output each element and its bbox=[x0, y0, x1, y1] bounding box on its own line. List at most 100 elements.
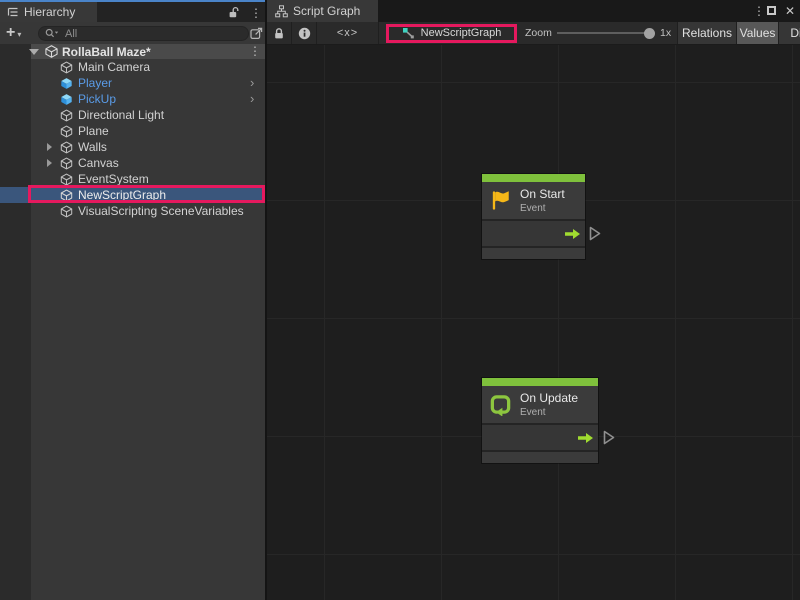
gameobject-icon bbox=[60, 157, 73, 170]
graph-tabbar: Script Graph ⋮ ✕ bbox=[267, 0, 800, 22]
hierarchy-item-pickup[interactable]: PickUp › bbox=[0, 91, 265, 107]
node-on-start[interactable]: On Start Event bbox=[482, 174, 585, 259]
hierarchy-item-plane[interactable]: Plane bbox=[0, 123, 265, 139]
hierarchy-item-main-camera[interactable]: Main Camera bbox=[0, 59, 265, 75]
lock-icon bbox=[273, 27, 285, 40]
node-subtitle: Event bbox=[520, 407, 578, 418]
item-label: Walls bbox=[78, 140, 107, 154]
hierarchy-panel: Hierarchy ⋮ + ▾ bbox=[0, 0, 265, 600]
item-label: Main Camera bbox=[78, 60, 150, 74]
prefab-chevron-icon[interactable]: › bbox=[250, 91, 254, 107]
add-object-button[interactable]: + ▾ bbox=[6, 24, 21, 42]
scene-name: RollaBall Maze* bbox=[62, 45, 151, 59]
search-box[interactable] bbox=[38, 26, 249, 41]
hierarchy-item-eventsystem[interactable]: EventSystem bbox=[0, 171, 265, 187]
hierarchy-item-walls[interactable]: Walls bbox=[0, 139, 265, 155]
item-label: VisualScripting SceneVariables bbox=[78, 204, 244, 218]
search-icon bbox=[45, 28, 59, 39]
flag-icon bbox=[489, 189, 512, 212]
flow-output-port[interactable] bbox=[578, 432, 593, 444]
plus-icon: + bbox=[6, 24, 15, 42]
hierarchy-menu-icon[interactable]: ⋮ bbox=[250, 7, 262, 19]
item-label: PickUp bbox=[78, 92, 116, 106]
gameobject-icon bbox=[60, 61, 73, 74]
hierarchy-item-newscriptgraph[interactable]: NewScriptGraph bbox=[0, 187, 265, 203]
scene-picker-icon[interactable] bbox=[250, 27, 263, 40]
search-input[interactable] bbox=[63, 27, 242, 41]
expand-arrow-icon[interactable] bbox=[47, 143, 52, 151]
hierarchy-tree: RollaBall Maze* ⋮ Main Camera Player › P… bbox=[0, 44, 265, 600]
hierarchy-tabbar: Hierarchy ⋮ bbox=[0, 2, 265, 22]
hierarchy-item-directional-light[interactable]: Directional Light bbox=[0, 107, 265, 123]
gameobject-icon bbox=[60, 205, 73, 218]
connection-arrow-icon bbox=[589, 226, 601, 241]
values-button[interactable]: Values bbox=[736, 22, 778, 44]
gameobject-icon bbox=[60, 173, 73, 186]
node-title: On Start bbox=[520, 187, 565, 201]
node-footer bbox=[482, 248, 585, 259]
item-label: Canvas bbox=[78, 156, 119, 170]
zoom-slider-handle[interactable] bbox=[644, 28, 655, 39]
graph-info-button[interactable] bbox=[292, 22, 317, 44]
blackboard-variables-button[interactable]: <x> bbox=[317, 22, 379, 44]
loop-icon bbox=[489, 393, 512, 416]
script-graph-icon bbox=[275, 5, 288, 18]
expand-arrow-icon[interactable] bbox=[47, 159, 52, 167]
tab-hierarchy[interactable]: Hierarchy bbox=[0, 2, 97, 22]
hierarchy-item-visualscripting-scenevariables[interactable]: VisualScripting SceneVariables bbox=[0, 203, 265, 219]
node-header: On Update Event bbox=[482, 386, 598, 423]
tab-label: Hierarchy bbox=[24, 5, 75, 19]
zoom-slider[interactable] bbox=[557, 32, 651, 34]
variables-icon: <x> bbox=[337, 27, 358, 39]
graph-canvas[interactable] bbox=[267, 45, 800, 600]
node-footer bbox=[482, 452, 598, 463]
zoom-value: 1x bbox=[660, 22, 671, 44]
dim-button[interactable]: Dim bbox=[778, 22, 800, 44]
scene-header-row[interactable]: RollaBall Maze* ⋮ bbox=[31, 44, 265, 59]
tab-label: Script Graph bbox=[293, 4, 360, 18]
maximize-icon[interactable] bbox=[767, 6, 776, 15]
unlock-icon[interactable] bbox=[228, 6, 240, 19]
item-label: Directional Light bbox=[78, 108, 164, 122]
item-label: EventSystem bbox=[78, 172, 149, 186]
tab-script-graph[interactable]: Script Graph bbox=[267, 0, 378, 22]
panel-focus-indicator bbox=[0, 0, 265, 2]
hierarchy-item-canvas[interactable]: Canvas bbox=[0, 155, 265, 171]
node-body bbox=[482, 219, 585, 248]
node-color-bar bbox=[482, 174, 585, 182]
gameobject-icon bbox=[60, 189, 73, 202]
item-label: Player bbox=[78, 76, 112, 90]
node-header: On Start Event bbox=[482, 182, 585, 219]
graph-toolbar: <x> NewScriptGraph Zoom 1x Relations Val… bbox=[267, 22, 800, 45]
lock-graph-button[interactable] bbox=[267, 22, 292, 44]
gameobject-icon bbox=[60, 141, 73, 154]
prefab-icon bbox=[60, 77, 73, 90]
gameobject-icon bbox=[60, 125, 73, 138]
prefab-icon bbox=[60, 93, 73, 106]
hierarchy-toolbar: + ▾ bbox=[0, 22, 265, 44]
hierarchy-icon bbox=[7, 6, 19, 18]
close-icon[interactable]: ✕ bbox=[785, 4, 795, 18]
collapse-arrow-icon[interactable] bbox=[29, 49, 39, 55]
node-color-bar bbox=[482, 378, 598, 386]
gameobject-icon bbox=[60, 109, 73, 122]
item-label: Plane bbox=[78, 124, 109, 138]
prefab-chevron-icon[interactable]: › bbox=[250, 75, 254, 91]
window-menu-icon[interactable]: ⋮ bbox=[753, 5, 765, 17]
item-label: NewScriptGraph bbox=[78, 188, 166, 202]
relations-button[interactable]: Relations bbox=[677, 22, 736, 44]
scene-menu-icon[interactable]: ⋮ bbox=[249, 45, 261, 57]
info-icon bbox=[298, 27, 311, 40]
node-body bbox=[482, 423, 598, 452]
node-on-update[interactable]: On Update Event bbox=[482, 378, 598, 463]
hierarchy-item-player[interactable]: Player › bbox=[0, 75, 265, 91]
graph-name: NewScriptGraph bbox=[421, 27, 502, 39]
connection-arrow-icon bbox=[603, 430, 615, 445]
chevron-down-icon: ▾ bbox=[17, 30, 21, 39]
node-subtitle: Event bbox=[520, 203, 565, 214]
graph-asset-icon bbox=[402, 27, 415, 40]
graph-breadcrumb[interactable]: NewScriptGraph bbox=[386, 22, 517, 44]
unity-scene-icon bbox=[45, 45, 58, 58]
flow-output-port[interactable] bbox=[565, 228, 580, 240]
zoom-label: Zoom bbox=[525, 22, 552, 44]
